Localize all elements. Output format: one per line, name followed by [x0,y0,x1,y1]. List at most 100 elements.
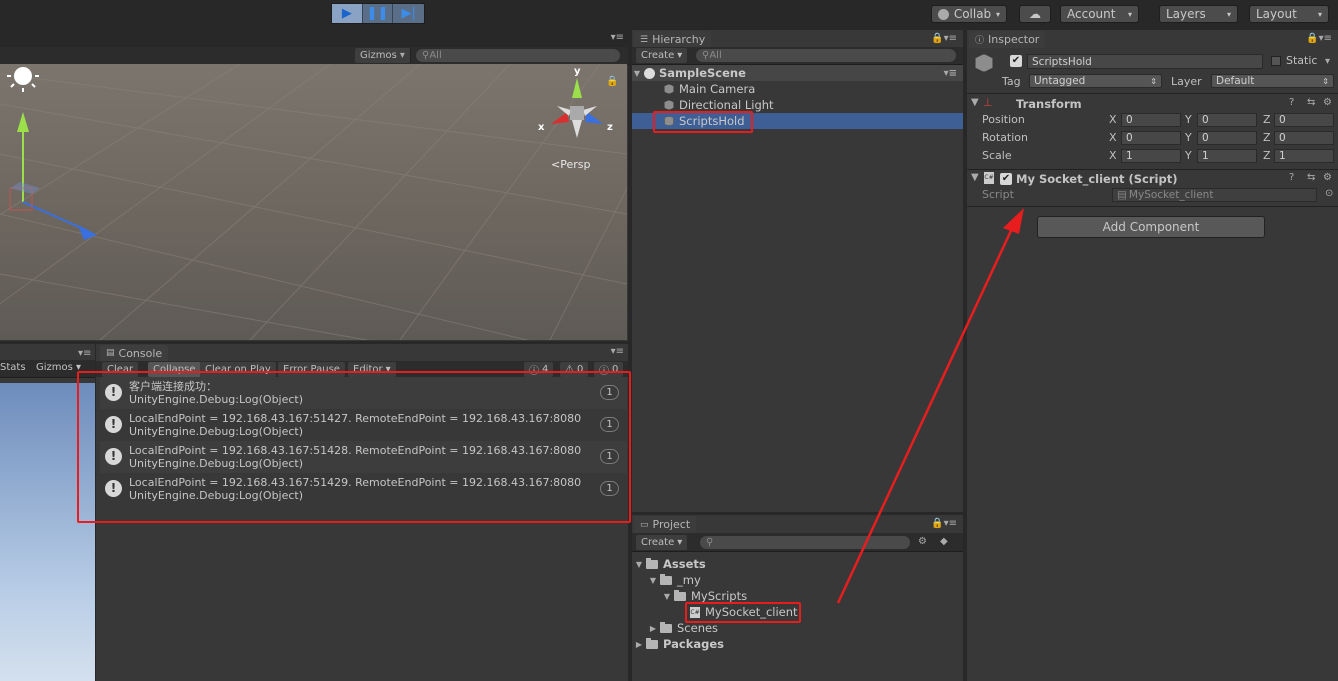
hierarchy-item[interactable]: Main Camera [632,81,963,97]
hierarchy-panel: ☰ Hierarchy 🔒▾≡ Create ▾ ⚲ All ▼ SampleSce… [632,30,963,512]
expand-triangle-icon[interactable]: ▼ [971,172,979,183]
scale-x-field[interactable]: 1 [1121,149,1181,163]
project-folder-my[interactable]: ▼ _my [632,572,963,588]
scene-viewport[interactable]: y x z 🔒 <Persp [0,64,627,340]
play-icon: ▶ [341,6,352,21]
search-icon: ⚲ [702,50,710,61]
expand-triangle-icon[interactable]: ▼ [662,592,672,601]
scale-z-field[interactable]: 1 [1274,149,1334,163]
rotation-y-field[interactable]: 0 [1197,131,1257,145]
chevron-updown-icon: ⇕ [1322,76,1329,86]
chevron-updown-icon: ⇕ [1150,76,1157,86]
collab-button[interactable]: Collab ▾ [931,5,1007,23]
collapsed-triangle-icon[interactable]: ▶ [648,624,658,633]
project-toolbar: Create ▾ ⚲ ⚙ ◆ [632,533,963,552]
component-enabled-checkbox[interactable]: ✔ [1000,173,1012,185]
preset-icon[interactable]: ⇆ [1307,172,1315,183]
scene-tabstrip: ▾≡ [0,30,628,47]
search-icon: ⚲ [422,50,430,61]
tab-inspector[interactable]: ⓘ Inspector [969,31,1046,48]
console-detail-area [96,505,628,681]
folder-icon [646,637,658,649]
tab-project[interactable]: ▭ Project [634,516,697,533]
tag-dropdown[interactable]: Untagged ⇕ [1029,74,1162,88]
account-dropdown[interactable]: Account ▾ [1060,5,1139,23]
scale-y-field[interactable]: 1 [1197,149,1257,163]
project-panel: ▭ Project 🔒▾≡ Create ▾ ⚲ ⚙ ◆ ▼ Assets ▼ _my… [632,515,963,681]
preset-icon[interactable]: ⇆ [1307,97,1315,108]
chevron-down-icon[interactable]: ▾ [1325,56,1330,67]
chevron-down-icon: ▾ [1317,9,1322,19]
project-folder-assets[interactable]: ▼ Assets [632,556,963,572]
pause-icon: ❚❚ [366,6,389,21]
script-reference-field: ▤ MySocket_client [1112,188,1317,202]
panel-menu-icon[interactable]: ▾≡ [611,346,624,357]
expand-triangle-icon[interactable]: ▼ [632,69,642,78]
annotation-box-scriptshold [653,111,753,133]
hierarchy-toolbar: Create ▾ ⚲ All [632,47,963,65]
panel-menu-icon[interactable]: ▾≡ [611,32,624,43]
scene-root-item[interactable]: ▼ SampleScene ▾≡ [632,65,963,81]
tab-hierarchy[interactable]: ☰ Hierarchy [634,31,712,48]
folder-icon [674,589,686,601]
inspector-panel: ⓘ Inspector 🔒▾≡ ✔ ScriptsHold Static ▾ Ta… [967,30,1338,681]
object-name-field[interactable]: ScriptsHold [1027,54,1263,69]
object-picker-icon[interactable]: ⊙ [1325,188,1333,199]
play-button[interactable]: ▶ [332,4,363,23]
help-icon[interactable]: ? [1289,97,1294,108]
layers-dropdown[interactable]: Layers ▾ [1159,5,1238,23]
expand-triangle-icon[interactable]: ▼ [634,560,644,569]
transform-axes-icon: ⊥ [983,96,993,109]
expand-triangle-icon[interactable]: ▼ [648,576,658,585]
scene-grid [0,64,627,340]
lock-icon[interactable]: 🔒▾≡ [1306,33,1332,44]
position-z-field[interactable]: 0 [1274,113,1334,127]
lock-icon[interactable]: 🔒 [606,76,618,87]
hierarchy-create-dropdown[interactable]: Create ▾ [636,48,688,63]
script-file-icon: ▤ [1117,189,1127,201]
hierarchy-search-input[interactable]: ⚲ All [696,49,956,62]
step-button[interactable]: ▶| [393,4,424,23]
transform-header[interactable]: ▼ ⊥ Transform ? ⇆ ⚙ [967,95,1338,113]
info-icon: ⓘ [975,36,985,46]
cloud-button[interactable]: ☁ [1019,5,1051,23]
active-checkbox[interactable]: ✔ [1010,55,1022,67]
project-folder-packages[interactable]: ▶ Packages [632,636,963,652]
layout-dropdown[interactable]: Layout ▾ [1249,5,1329,23]
position-y-field[interactable]: 0 [1197,113,1257,127]
gizmos-dropdown[interactable]: Gizmos ▾ [355,48,411,63]
folder-icon [660,573,672,585]
game-gizmos-dropdown[interactable]: Gizmos ▾ [36,362,81,373]
rotation-x-field[interactable]: 0 [1121,131,1181,145]
panel-menu-icon[interactable]: ▾≡ [78,348,91,359]
menu-icon[interactable]: ▾≡ [944,68,957,79]
rotation-z-field[interactable]: 0 [1274,131,1334,145]
position-x-field[interactable]: 0 [1121,113,1181,127]
tab-console[interactable]: ▤ Console [100,345,169,361]
expand-triangle-icon[interactable]: ▼ [971,97,979,108]
add-component-button[interactable]: Add Component [1037,216,1265,238]
gear-icon[interactable]: ⚙ [1323,172,1332,183]
pause-button[interactable]: ❚❚ [363,4,394,23]
list-icon: ☰ [640,34,649,45]
static-checkbox[interactable] [1271,56,1281,66]
gear-icon[interactable]: ⚙ [1323,97,1332,108]
script-component-header[interactable]: ▼ C# ✔ My Socket_client (Script) ? ⇆ ⚙ [967,170,1338,188]
collapsed-triangle-icon[interactable]: ▶ [634,640,644,649]
step-icon: ▶| [401,6,416,21]
scene-search-input[interactable]: ⚲ All [416,49,620,62]
gameobject-icon [975,54,993,72]
filter-type-icon[interactable]: ⚙ [918,536,927,547]
chevron-down-icon: ▾ [995,9,1000,19]
help-icon[interactable]: ? [1289,172,1294,183]
tag-icon[interactable]: ◆ [940,536,948,547]
lock-icon[interactable]: 🔒▾≡ [931,518,957,529]
layer-dropdown[interactable]: Default ⇕ [1211,74,1334,88]
divider [967,206,1338,207]
project-search-input[interactable]: ⚲ [700,536,910,549]
lock-icon[interactable]: 🔒▾≡ [931,33,957,44]
persp-label[interactable]: <Persp [551,158,590,171]
annotation-box-console [77,371,631,523]
project-create-dropdown[interactable]: Create ▾ [636,535,688,550]
orientation-gizmo[interactable]: y x z [537,66,617,148]
